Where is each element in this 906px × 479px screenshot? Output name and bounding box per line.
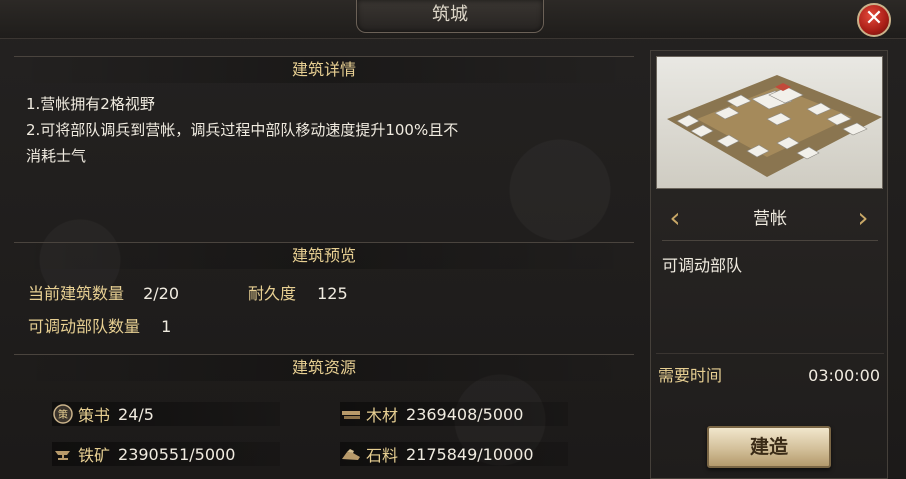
durability-value: 125	[317, 284, 348, 303]
build-count-stat: 当前建筑数量 2/20	[28, 283, 179, 305]
troops-stat: 可调动部队数量 1	[28, 316, 171, 338]
building-description: 可调动部队	[662, 256, 743, 275]
window-title: 筑城	[356, 0, 544, 33]
building-image	[656, 56, 883, 189]
detail-line-1: 1.营帐拥有2格视野	[26, 95, 155, 113]
detail-line-2: 2.可将部队调兵到营帐，调兵过程中部队移动速度提升100%且不	[26, 121, 459, 139]
resource-name: 铁矿	[78, 446, 111, 465]
title-bar: 筑城 ✕	[0, 0, 906, 39]
resources-header: 建筑资源	[14, 354, 634, 381]
resource-name: 策书	[78, 406, 111, 425]
prev-arrow-icon[interactable]: ‹	[664, 201, 686, 235]
building-name: 营帐	[753, 209, 787, 229]
iron-anvil-icon	[52, 443, 74, 465]
close-icon[interactable]: ✕	[857, 3, 891, 37]
building-selector: ‹ 营帐 ›	[662, 198, 878, 241]
resource-name: 石料	[366, 446, 399, 465]
durability-label: 耐久度	[248, 284, 297, 303]
troops-value: 1	[161, 317, 172, 336]
build-time-row: 需要时间 03:00:00	[656, 353, 884, 398]
strategy-book-icon: 策	[52, 403, 74, 425]
time-label: 需要时间	[658, 366, 723, 385]
resource-wood: 木材 2369408/5000	[340, 402, 568, 426]
details-header: 建筑详情	[14, 56, 634, 83]
build-count-value: 2/20	[143, 284, 180, 303]
stone-icon	[340, 443, 362, 465]
durability-stat: 耐久度 125	[248, 283, 348, 305]
wood-icon	[340, 403, 362, 425]
build-count-label: 当前建筑数量	[28, 284, 125, 303]
resource-strategy-book: 策 策书 24/5	[52, 402, 280, 426]
resource-name: 木材	[366, 406, 399, 425]
build-button[interactable]: 建造	[707, 426, 831, 468]
preview-header: 建筑预览	[14, 242, 634, 269]
resource-value: 24/5	[118, 404, 154, 424]
troops-label: 可调动部队数量	[28, 317, 141, 336]
svg-text:策: 策	[58, 408, 68, 421]
resource-value: 2175849/10000	[406, 444, 534, 464]
time-value: 03:00:00	[808, 366, 880, 385]
resource-stone: 石料 2175849/10000	[340, 442, 568, 466]
next-arrow-icon[interactable]: ›	[852, 201, 874, 235]
resource-iron: 铁矿 2390551/5000	[52, 442, 280, 466]
resource-value: 2369408/5000	[406, 404, 524, 424]
detail-line-3: 消耗士气	[26, 147, 87, 165]
resource-value: 2390551/5000	[118, 444, 236, 464]
